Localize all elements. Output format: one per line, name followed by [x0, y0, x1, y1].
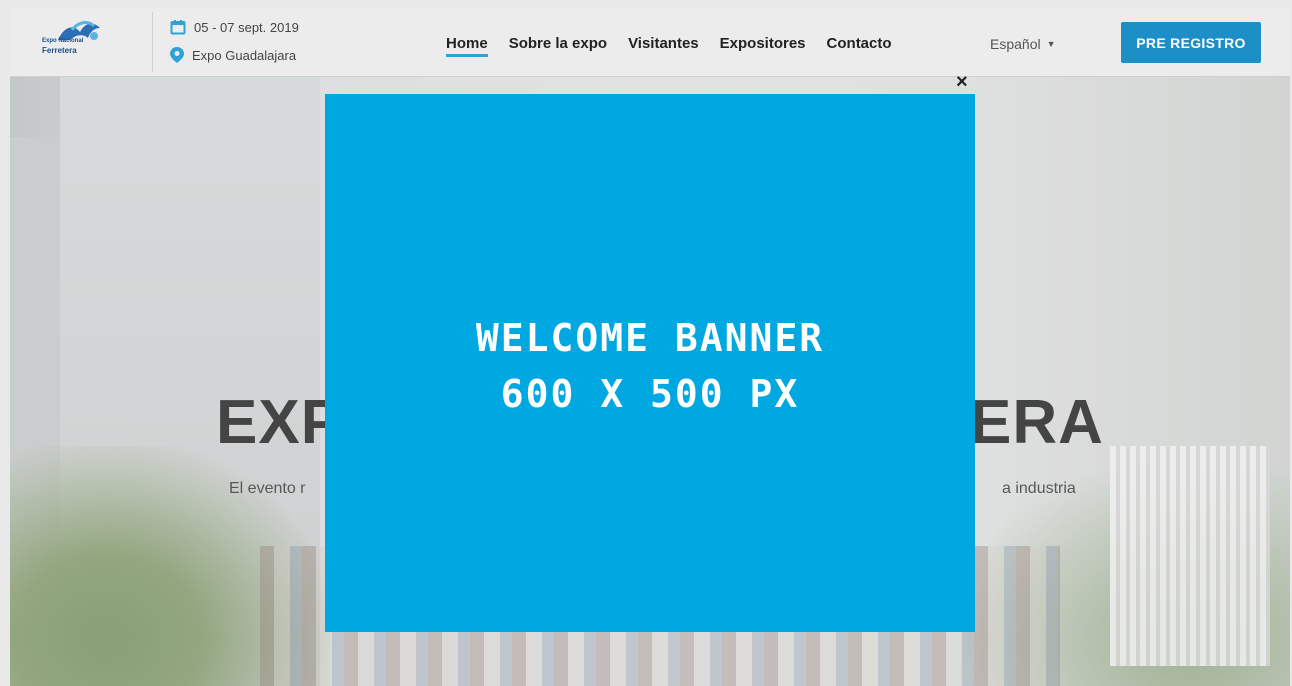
- language-label: Español: [990, 36, 1041, 52]
- banner-line-2: 600 X 500 PX: [500, 372, 800, 416]
- logo-text-top: Expo Nacional: [42, 38, 84, 44]
- welcome-banner-modal[interactable]: WELCOME BANNER 600 X 500 PX: [325, 94, 975, 632]
- calendar-icon: [170, 19, 186, 35]
- nav-contacto[interactable]: Contacto: [827, 35, 892, 52]
- header-divider: [152, 12, 153, 72]
- event-venue: Expo Guadalajara: [170, 47, 296, 63]
- close-icon[interactable]: ×: [956, 72, 968, 92]
- caret-down-icon: ▼: [1046, 39, 1056, 49]
- language-selector[interactable]: Español ▼: [990, 36, 1056, 52]
- main-nav: Home Sobre la expo Visitantes Expositore…: [446, 35, 892, 57]
- site-header: Expo Nacional Ferretera 05 - 07 sept. 20…: [10, 8, 1290, 77]
- logo-text-bottom: Ferretera: [42, 46, 77, 55]
- banner-text: WELCOME BANNER 600 X 500 PX: [325, 310, 975, 422]
- browser-viewport: Expo Nacional Ferretera 05 - 07 sept. 20…: [10, 8, 1290, 686]
- event-venue-text: Expo Guadalajara: [192, 47, 297, 63]
- logo[interactable]: Expo Nacional Ferretera: [42, 18, 112, 66]
- pre-registro-button[interactable]: PRE REGISTRO: [1121, 22, 1261, 63]
- nav-sobre-la-expo[interactable]: Sobre la expo: [509, 35, 607, 52]
- nav-visitantes[interactable]: Visitantes: [628, 35, 699, 52]
- banner-line-1: WELCOME BANNER: [475, 316, 825, 360]
- event-date: 05 - 07 sept. 2019: [170, 19, 299, 35]
- nav-home[interactable]: Home: [446, 35, 488, 57]
- nav-expositores[interactable]: Expositores: [720, 35, 806, 52]
- event-date-text: 05 - 07 sept. 2019: [194, 19, 299, 35]
- location-pin-icon: [170, 47, 184, 63]
